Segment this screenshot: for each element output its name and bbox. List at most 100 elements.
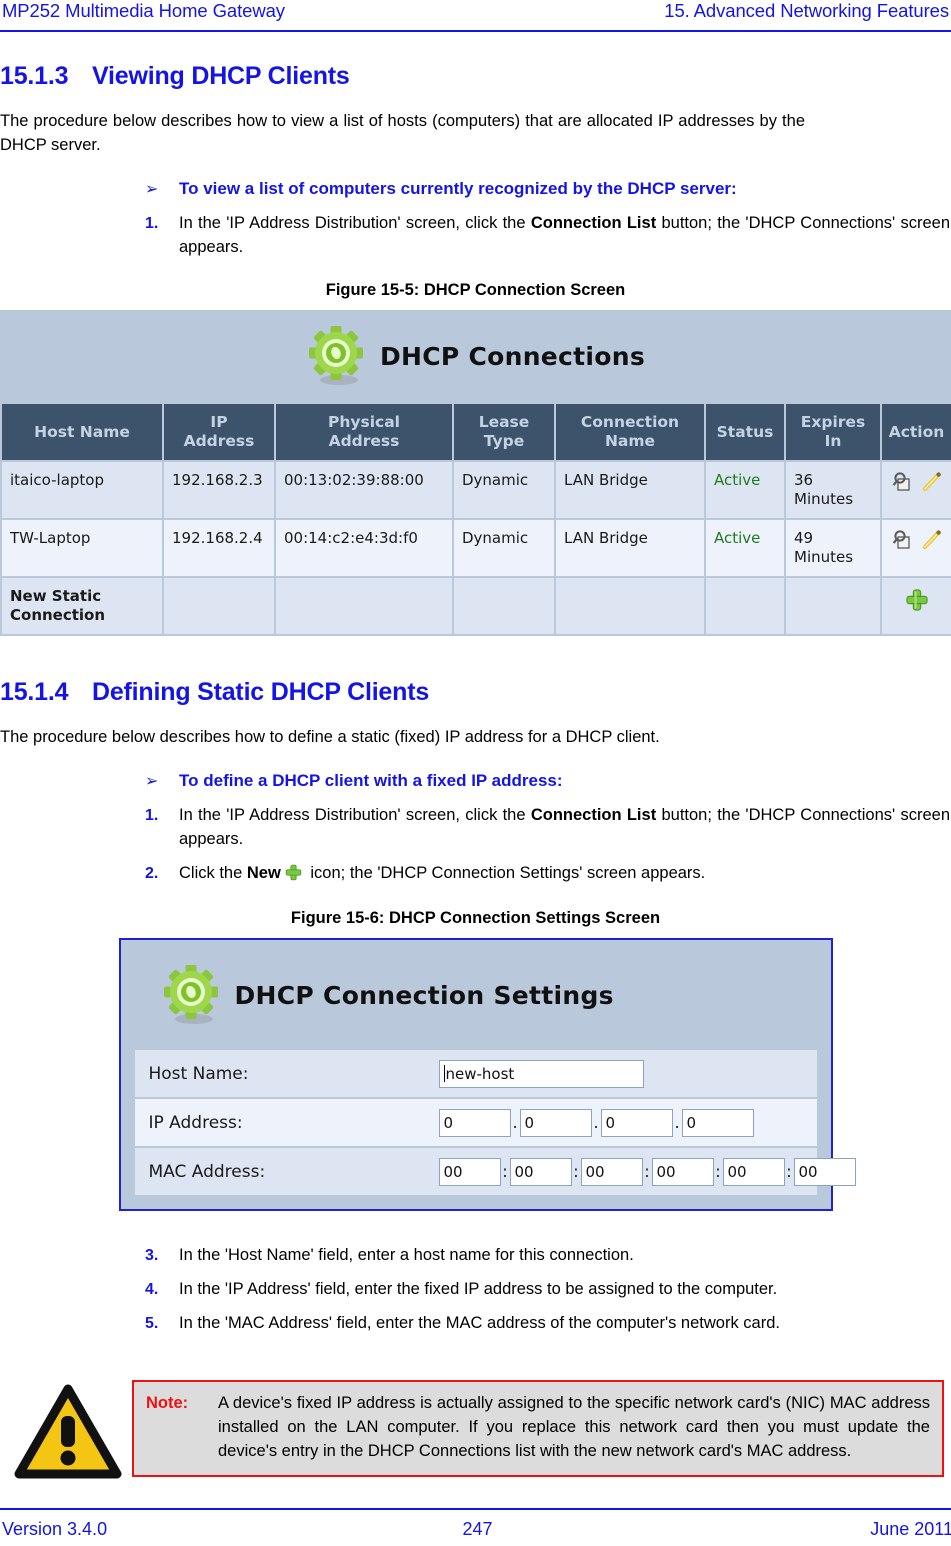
ip-octet-4-input[interactable]: 0 [681, 1108, 754, 1137]
settings-form: Host Name: new-host IP Address: 0 . 0 . … [121, 1050, 856, 1209]
cell-host-name: itaico-laptop [0, 460, 164, 520]
mac-pair-2-input[interactable]: 00 [509, 1157, 572, 1186]
mac-pair-6-input[interactable]: 00 [793, 1157, 856, 1186]
table-header-row: Host Name IP Address Physical Address Le… [0, 402, 951, 462]
edit-icon[interactable] [920, 530, 950, 550]
step-text: Click the New icon; the 'DHCP Connection… [179, 861, 950, 889]
column-header-connection-name: Connection Name [554, 402, 706, 462]
mac-address-field-group: 00 : 00 : 00 : 00 : 00 : 00 [438, 1157, 856, 1186]
note-box: Note: A device's fixed IP address is act… [132, 1380, 944, 1477]
footer-date: June 2011 [870, 1518, 951, 1539]
step-text: In the 'IP Address Distribution' screen,… [179, 803, 950, 851]
note-callout: Note: A device's fixed IP address is act… [14, 1380, 944, 1480]
column-header-lease-type: Lease Type [452, 402, 556, 462]
procedure-heading-label: To view a list of computers currently re… [179, 179, 737, 198]
view-icon[interactable] [890, 530, 920, 549]
step-item: 3. In the 'Host Name' field, enter a hos… [145, 1243, 950, 1268]
figure-dhcp-connection-settings-screen: DHCP Connection Settings Host Name: new-… [118, 938, 856, 1211]
gear-icon [161, 964, 223, 1026]
view-icon[interactable] [890, 472, 920, 491]
running-footer: Version 3.4.0 247 June 2011 [0, 1514, 951, 1544]
mac-pair-1-input[interactable]: 00 [438, 1157, 501, 1186]
step-text: In the 'IP Address' field, enter the fix… [179, 1280, 778, 1298]
mac-separator: : [715, 1162, 721, 1181]
section-title: Viewing DHCP Clients [92, 62, 350, 90]
page-content: 15.1.3 Viewing DHCP Clients The procedur… [0, 46, 951, 1480]
document-page: MP252 Multimedia Home Gateway 15. Advanc… [0, 0, 951, 1546]
step-item: 5. In the 'MAC Address' field, enter the… [145, 1311, 950, 1336]
cell-add-action [880, 576, 951, 636]
table-row: TW-Laptop 192.168.2.4 00:14:c2:e4:3d:f0 … [0, 518, 951, 578]
figure-dhcp-connections-screen: DHCP Connections Host Name IP Address Ph… [0, 310, 951, 636]
cell-status: Active [704, 460, 786, 520]
cell-empty [554, 576, 706, 636]
column-header-ip-address: IP Address [162, 402, 276, 462]
inline-plus-icon [284, 863, 303, 889]
step-number: 1. [145, 807, 159, 824]
cell-empty [162, 576, 276, 636]
section-number: 15.1.3 [0, 62, 69, 90]
step-text-pre: In the 'IP Address Distribution' screen,… [179, 214, 531, 232]
ip-octet-1-input[interactable]: 0 [438, 1108, 511, 1137]
host-name-input[interactable]: new-host [438, 1059, 644, 1088]
column-header-host-name: Host Name [0, 402, 164, 462]
plus-icon[interactable] [904, 589, 930, 617]
cell-new-static-label: New Static Connection [0, 576, 164, 636]
steps-list-15-1-3: 1. In the 'IP Address Distribution' scre… [0, 211, 951, 259]
step-number: 4. [145, 1281, 159, 1298]
step-text-pre: In the 'IP Address Distribution' screen,… [179, 806, 531, 824]
steps-list-15-1-4: 1. In the 'IP Address Distribution' scre… [0, 803, 951, 889]
host-name-field-group: new-host [438, 1059, 644, 1088]
section-intro-paragraph: The procedure below describes how to def… [0, 728, 660, 746]
column-header-action: Action [880, 402, 951, 462]
step-item: 2. Click the New icon; the 'DHCP Connect… [145, 861, 950, 889]
step-text-pre: Click the [179, 864, 247, 882]
section-title: Defining Static DHCP Clients [92, 678, 430, 706]
cell-lease-type: Dynamic [452, 460, 556, 520]
cell-physical-address: 00:13:02:39:88:00 [274, 460, 454, 520]
arrow-bullet-icon: ➢ [145, 773, 159, 790]
cell-physical-address: 00:14:c2:e4:3d:f0 [274, 518, 454, 578]
edit-icon[interactable] [920, 472, 950, 492]
footer-version: Version 3.4.0 [2, 1518, 108, 1539]
text-caret [443, 1064, 445, 1082]
cell-empty [704, 576, 786, 636]
ip-address-field-group: 0 . 0 . 0 . 0 [438, 1108, 754, 1137]
note-label: Note: [146, 1394, 189, 1412]
ip-octet-2-input[interactable]: 0 [519, 1108, 592, 1137]
mac-pair-4-input[interactable]: 00 [651, 1157, 714, 1186]
cell-ip-address: 192.168.2.3 [162, 460, 276, 520]
mac-pair-3-input[interactable]: 00 [580, 1157, 643, 1186]
cell-empty [274, 576, 454, 636]
cell-status: Active [704, 518, 786, 578]
step-text-post: icon; the 'DHCP Connection Settings' scr… [305, 864, 706, 882]
step-number: 1. [145, 215, 159, 232]
ui-screen-title-bar: DHCP Connections [0, 310, 951, 402]
step-item: 1. In the 'IP Address Distribution' scre… [145, 803, 950, 851]
cell-expires-in: 49 Minutes [784, 518, 882, 578]
mac-separator: : [786, 1162, 792, 1181]
ip-separator: . [674, 1113, 680, 1132]
footer-page-number: 247 [462, 1518, 493, 1539]
step-text-bold: New [246, 864, 281, 882]
table-row-new-static-connection[interactable]: New Static Connection [0, 576, 951, 636]
cell-expires-in: 36 Minutes [784, 460, 882, 520]
ip-octet-3-input[interactable]: 0 [600, 1108, 673, 1137]
ip-address-label: IP Address: [148, 1112, 243, 1133]
section-heading-15-1-3: 15.1.3 Viewing DHCP Clients [0, 62, 951, 91]
mac-separator: : [644, 1162, 650, 1181]
cell-ip-address: 192.168.2.4 [162, 518, 276, 578]
mac-pair-5-input[interactable]: 00 [722, 1157, 785, 1186]
step-text-bold: Connection List [530, 214, 657, 232]
cell-host-name: TW-Laptop [0, 518, 164, 578]
figure-caption-15-5: Figure 15-5: DHCP Connection Screen [325, 281, 626, 299]
cell-connection-name: LAN Bridge [554, 460, 706, 520]
section-heading-15-1-4: 15.1.4 Defining Static DHCP Clients [0, 678, 951, 707]
ip-separator: . [512, 1113, 518, 1132]
table-row: itaico-laptop 192.168.2.3 00:13:02:39:88… [0, 460, 951, 520]
section-number: 15.1.4 [0, 678, 69, 706]
mac-separator: : [502, 1162, 508, 1181]
form-row-host-name: Host Name: new-host [134, 1050, 817, 1099]
section-intro-paragraph: The procedure below describes how to vie… [0, 112, 805, 154]
step-number: 3. [145, 1247, 159, 1264]
